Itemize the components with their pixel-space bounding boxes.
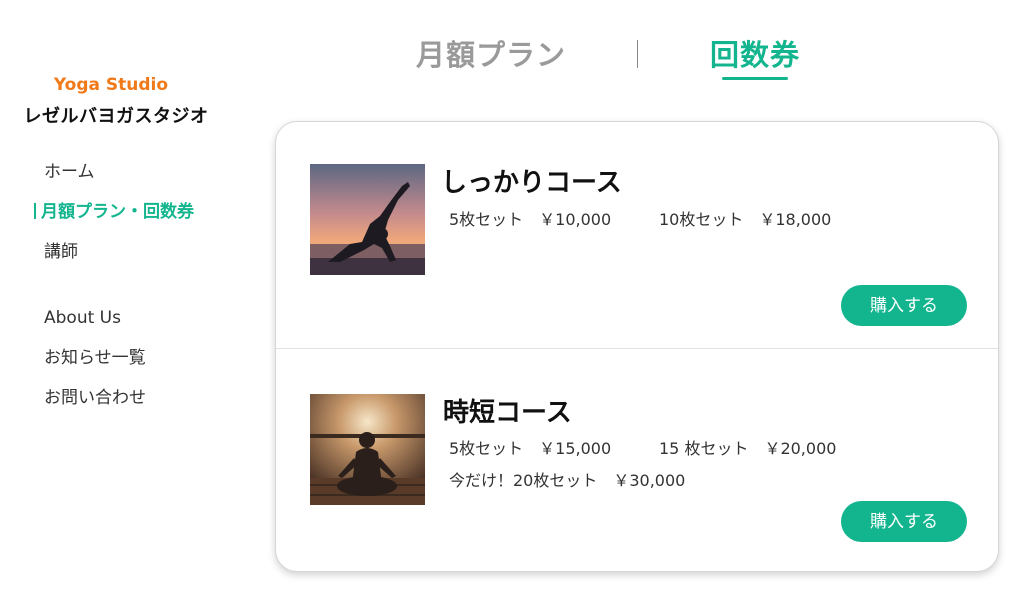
buy-button[interactable]: 購入する <box>841 501 967 542</box>
tab-divider <box>637 40 638 68</box>
price-line: 5枚セット ￥15,000 15 枚セット ￥20,000 <box>449 435 836 459</box>
price-line: 今だけ！20枚セット ￥30,000 <box>449 467 685 491</box>
nav-item-home[interactable]: ホーム <box>44 160 194 200</box>
price-option: 5枚セット ￥10,000 <box>449 210 612 229</box>
tab-tickets[interactable]: 回数券 <box>710 32 800 74</box>
nav-item-contact[interactable]: お問い合わせ <box>44 386 194 426</box>
tab-monthly-plan[interactable]: 月額プラン <box>416 32 566 74</box>
nav-item-about-us[interactable]: About Us <box>44 306 194 346</box>
brand-name-en: Yoga Studio <box>53 75 169 95</box>
row-divider <box>276 348 998 349</box>
brand-name-jp: レゼルバヨガスタジオ <box>23 106 209 127</box>
nav-item-instructors[interactable]: 講師 <box>44 240 194 280</box>
price-line: 5枚セット ￥10,000 10枚セット ￥18,000 <box>449 206 831 230</box>
price-option: 今だけ！20枚セット ￥30,000 <box>449 471 686 490</box>
course-title: しっかりコース <box>441 168 622 198</box>
buy-button[interactable]: 購入する <box>841 285 967 326</box>
active-tab-underline <box>722 77 788 80</box>
price-option: 10枚セット ￥18,000 <box>659 210 832 229</box>
meditation-photo <box>310 394 425 505</box>
course-title: 時短コース <box>443 398 572 428</box>
yoga-sunset-photo <box>310 164 425 275</box>
nav-item-plans[interactable]: 月額プラン・回数券 <box>34 200 194 240</box>
nav-item-news[interactable]: お知らせ一覧 <box>44 346 194 386</box>
price-option: 5枚セット ￥15,000 <box>449 439 612 458</box>
courses-card: しっかりコース 5枚セット ￥10,000 10枚セット ￥18,000 購入する <box>275 121 999 572</box>
price-option: 15 枚セット ￥20,000 <box>659 439 837 458</box>
sidebar-nav: ホーム 月額プラン・回数券 講師 About Us お知らせ一覧 お問い合わせ <box>41 160 194 426</box>
nav-gap <box>44 280 194 306</box>
